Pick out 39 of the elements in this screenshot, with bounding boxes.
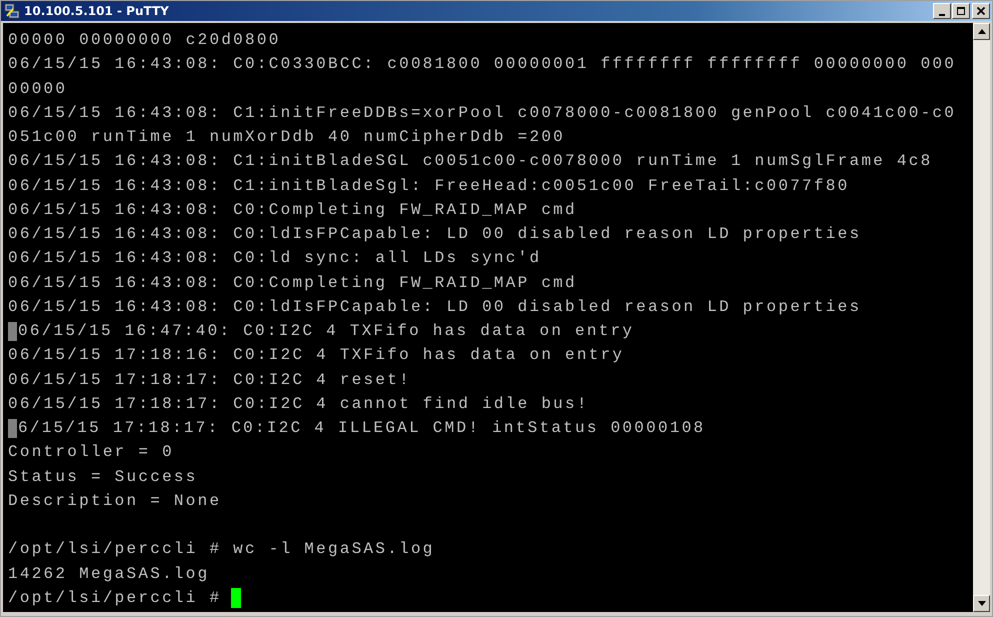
- terminal-line: Controller = 0: [8, 443, 174, 462]
- minimize-icon: [939, 14, 945, 16]
- terminal-line: 06/15/15 16:43:08: C0:ld sync: all LDs sync'd: [8, 249, 542, 268]
- shell-prompt: /opt/lsi/perccli #: [8, 588, 222, 607]
- cursor-mark: [8, 418, 17, 438]
- terminal-line: 06/15/15 17:18:17: C0:I2C 4 reset!: [8, 370, 411, 389]
- terminal-line: 00000 00000000 c20d0800: [8, 31, 281, 50]
- terminal-line: 14262 MegaSAS.log: [8, 564, 210, 583]
- terminal-line: Status = Success: [8, 468, 198, 486]
- scroll-up-button[interactable]: [973, 23, 990, 40]
- up-arrow-icon: [978, 29, 986, 34]
- scroll-down-button[interactable]: [973, 595, 990, 612]
- cursor-mark: [8, 322, 17, 341]
- terminal-line: /opt/lsi/perccli # wc -l MegaSAS.log: [8, 540, 435, 558]
- terminal-line: 06/15/15 16:43:08: C0:Completing FW_RAID_MAP cmd: [8, 200, 577, 219]
- terminal-line: 06/15/15 16:43:08: C0:C0330BCC: c0081800 00000001 ffffffff ffffffff 00000000 000: [8, 55, 956, 74]
- terminal-line: Description = None: [8, 492, 222, 510]
- minimize-button[interactable]: [933, 3, 951, 19]
- close-button[interactable]: [972, 3, 990, 19]
- close-icon: [976, 6, 986, 16]
- terminal-line: 051c00 runTime 1 numXorDdb 40 numCipherDdb =200: [8, 128, 566, 146]
- computer-icon: [4, 3, 20, 19]
- terminal-line: 06/15/15 17:18:16: C0:I2C 4 TXFifo has data on entry: [8, 346, 624, 364]
- terminal-line: 06/15/15 17:18:17: C0:I2C 4 cannot find idle bus!: [8, 394, 589, 413]
- terminal-line: 06/15/15 16:43:08: C0:ldIsFPCapable: LD 00 disabled reason LD properties: [8, 298, 862, 316]
- terminal-line: 06/15/15 16:43:08: C1:initFreeDDBs=xorPool c0078000-c0081800 genPool c0041c00-c0: [8, 104, 956, 122]
- window-title: 10.100.5.101 - PuTTY: [24, 4, 170, 18]
- down-arrow-icon: [978, 601, 986, 606]
- scrollbar[interactable]: [973, 23, 990, 612]
- terminal-line: 06/15/15 16:43:08: C0:Completing FW_RAID_MAP cmd: [8, 274, 577, 292]
- terminal-line: 06/15/15 16:43:08: C0:ldIsFPCapable: LD 00 disabled reason LD properties: [8, 225, 862, 244]
- text-cursor: [231, 588, 242, 608]
- terminal-line: 00000: [8, 80, 68, 98]
- maximize-icon: [956, 6, 966, 16]
- terminal-line: 06/15/15 16:43:08: C1:initBladeSgl: FreeHead:c0051c00 FreeTail:c0077f80: [8, 176, 850, 195]
- terminal-line: 06/15/15 16:47:40: C0:I2C 4 TXFifo has data on entry: [18, 322, 634, 340]
- maximize-button[interactable]: [952, 3, 970, 19]
- terminal-line: 6/15/15 17:18:17: C0:I2C 4 ILLEGAL CMD! intStatus 00000108: [18, 419, 706, 438]
- terminal-line: 06/15/15 16:43:08: C1:initBladeSGL c0051c00-c0078000 runTime 1 numSglFrame 4c8: [8, 152, 932, 170]
